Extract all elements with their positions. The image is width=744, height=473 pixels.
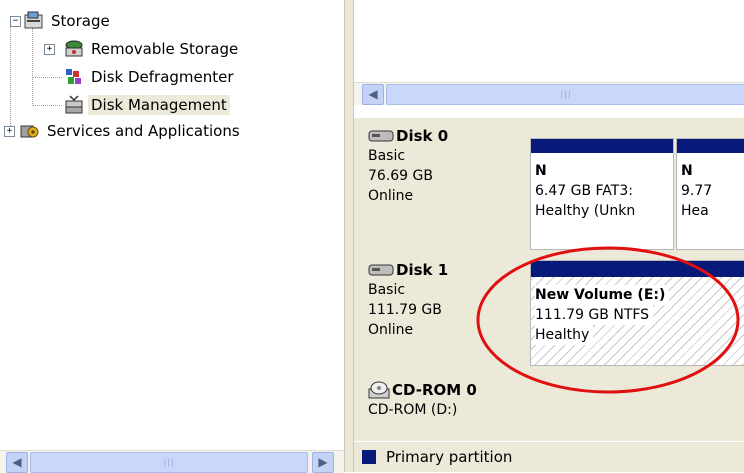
scroll-left-icon[interactable]: ◀ <box>362 84 384 105</box>
tree-item-services-and-applications[interactable]: Services and Applications <box>20 118 243 144</box>
highlight-circle <box>476 246 740 394</box>
legend-label: Primary partition <box>386 448 513 466</box>
disk-status: Online <box>368 188 414 204</box>
tree-item-disk-defragmenter[interactable]: Disk Defragmenter <box>64 64 237 90</box>
pane-splitter[interactable] <box>344 0 354 472</box>
partition-status: Healthy (Unkn <box>535 203 636 219</box>
expand-services-toggle[interactable]: + <box>4 126 15 137</box>
tree-item-removable-storage[interactable]: Removable Storage <box>64 36 241 62</box>
removable-storage-icon <box>65 40 83 57</box>
scrollbar-thumb[interactable]: ||| <box>30 452 308 473</box>
partition-size: 6.47 GB FAT3: <box>535 183 633 199</box>
partition-size: 9.77 <box>681 183 713 199</box>
defragmenter-icon <box>66 69 81 84</box>
tree-item-storage[interactable]: Storage <box>24 8 113 34</box>
cd-rom-icon <box>368 381 390 399</box>
partition-info: N 9.77 Hea <box>681 161 743 221</box>
storage-icon <box>24 11 43 29</box>
legend-bar: Primary partition <box>354 441 744 472</box>
disk-label: Disk 0 Basic 76.69 GB Online <box>354 118 524 206</box>
hard-disk-icon <box>368 130 394 142</box>
partition-name: N <box>681 163 693 179</box>
primary-partition-swatch <box>362 450 376 464</box>
hard-disk-icon <box>368 264 394 276</box>
tree-item-disk-management[interactable]: Disk Management <box>64 92 230 118</box>
partition-info: N 6.47 GB FAT3: Healthy (Unkn <box>535 161 671 221</box>
scrollbar-thumb[interactable]: ||| <box>386 84 744 105</box>
partition-status: Hea <box>681 203 709 219</box>
partition-disk0-1[interactable]: N 6.47 GB FAT3: Healthy (Unkn <box>530 138 674 250</box>
scroll-left-icon[interactable]: ◀ <box>6 452 28 473</box>
disk-management-icon <box>65 95 83 114</box>
tree-connector <box>32 77 62 78</box>
tree-connector <box>32 28 33 106</box>
tree-item-label: Disk Management <box>88 95 230 115</box>
volume-list-horizontal-scrollbar[interactable]: ◀ ||| <box>354 82 744 105</box>
disk-size: 76.69 GB <box>368 168 433 184</box>
console-tree: − Storage + Removable Storage Disk Defra… <box>0 0 344 440</box>
partition-bar <box>531 139 673 153</box>
partition-bar <box>677 139 744 153</box>
collapse-storage-toggle[interactable]: − <box>10 16 21 27</box>
disk-row-disk-0[interactable]: Disk 0 Basic 76.69 GB Online N 6.47 GB F… <box>354 118 744 252</box>
disk-name: Disk 0 <box>368 126 524 146</box>
tree-horizontal-scrollbar[interactable]: ◀ ||| ▶ <box>0 450 344 473</box>
tree-item-label: Services and Applications <box>47 122 240 140</box>
scroll-right-icon[interactable]: ▶ <box>312 452 334 473</box>
disk-type: CD-ROM (D:) <box>368 402 458 418</box>
expand-removable-storage-toggle[interactable]: + <box>44 44 55 55</box>
tree-item-label: Removable Storage <box>91 40 239 58</box>
partition-disk0-2[interactable]: N 9.77 Hea <box>676 138 744 250</box>
tree-connector <box>10 24 11 132</box>
disk-type: Basic <box>368 148 406 164</box>
tree-item-label: Storage <box>51 12 110 30</box>
tree-connector <box>32 105 62 106</box>
services-icon <box>20 125 39 138</box>
partition-name: N <box>535 163 547 179</box>
tree-item-label: Disk Defragmenter <box>91 68 234 86</box>
